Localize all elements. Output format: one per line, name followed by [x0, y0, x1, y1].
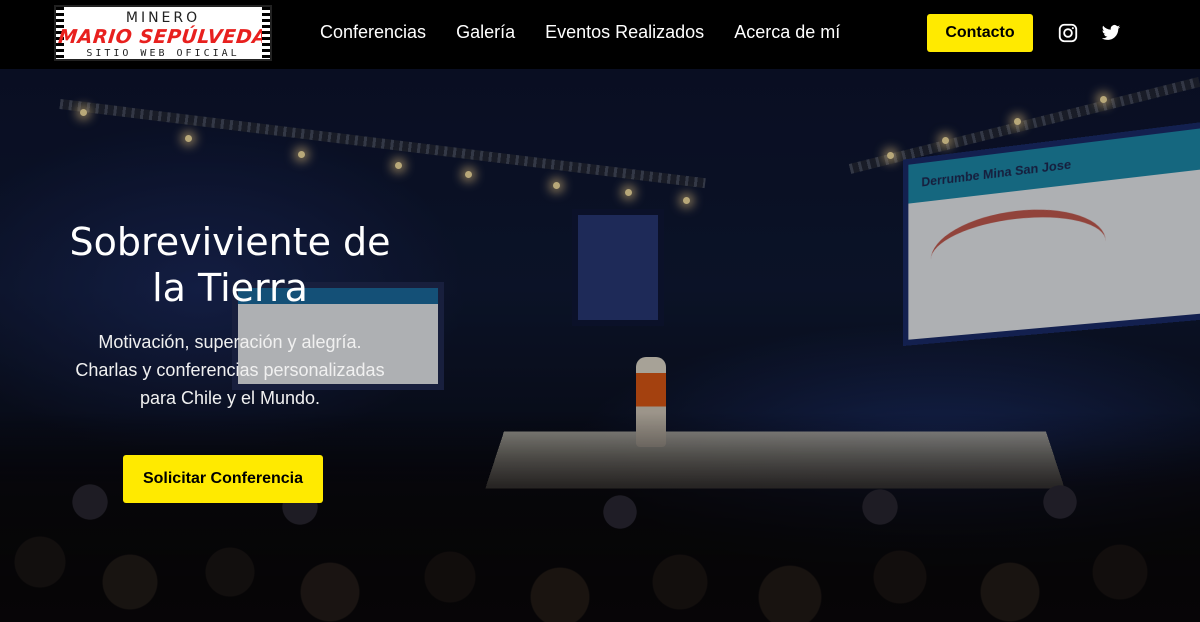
hero-line: Charlas y conferencias personalizadas [75, 360, 385, 380]
logo-top-text: MINERO [125, 10, 201, 26]
nav-item-acerca[interactable]: Acerca de mí [734, 22, 840, 43]
instagram-icon[interactable] [1056, 21, 1080, 45]
logo-name-text: MARIO SEPÚLVEDA [57, 26, 269, 48]
hero-title-line-2: la Tierra [152, 266, 308, 310]
navbar: MINERO MARIO SEPÚLVEDA SITIO WEB OFICIAL… [0, 0, 1200, 69]
nav-item-conferencias[interactable]: Conferencias [320, 22, 426, 43]
hero-title-line-1: Sobreviviente de [69, 220, 391, 264]
twitter-icon[interactable] [1099, 21, 1123, 45]
contact-button[interactable]: Contacto [927, 14, 1033, 52]
nav-item-eventos[interactable]: Eventos Realizados [545, 22, 704, 43]
hero-description: Motivación, superación y alegría. Charla… [40, 328, 420, 412]
hero-section: Derrumbe Mina San Jose Sobreviviente de … [0, 69, 1200, 622]
request-conference-button[interactable]: Solicitar Conferencia [123, 455, 323, 503]
site-logo[interactable]: MINERO MARIO SEPÚLVEDA SITIO WEB OFICIAL [54, 5, 272, 61]
nav-item-galeria[interactable]: Galería [456, 22, 515, 43]
hero-line: Motivación, superación y alegría. [98, 332, 362, 352]
hero-title: Sobreviviente de la Tierra [40, 219, 420, 311]
logo-sub-text: SITIO WEB OFICIAL [86, 48, 240, 59]
hero-line: para Chile y el Mundo. [139, 388, 321, 408]
main-nav: Conferencias Galería Eventos Realizados … [320, 22, 840, 43]
